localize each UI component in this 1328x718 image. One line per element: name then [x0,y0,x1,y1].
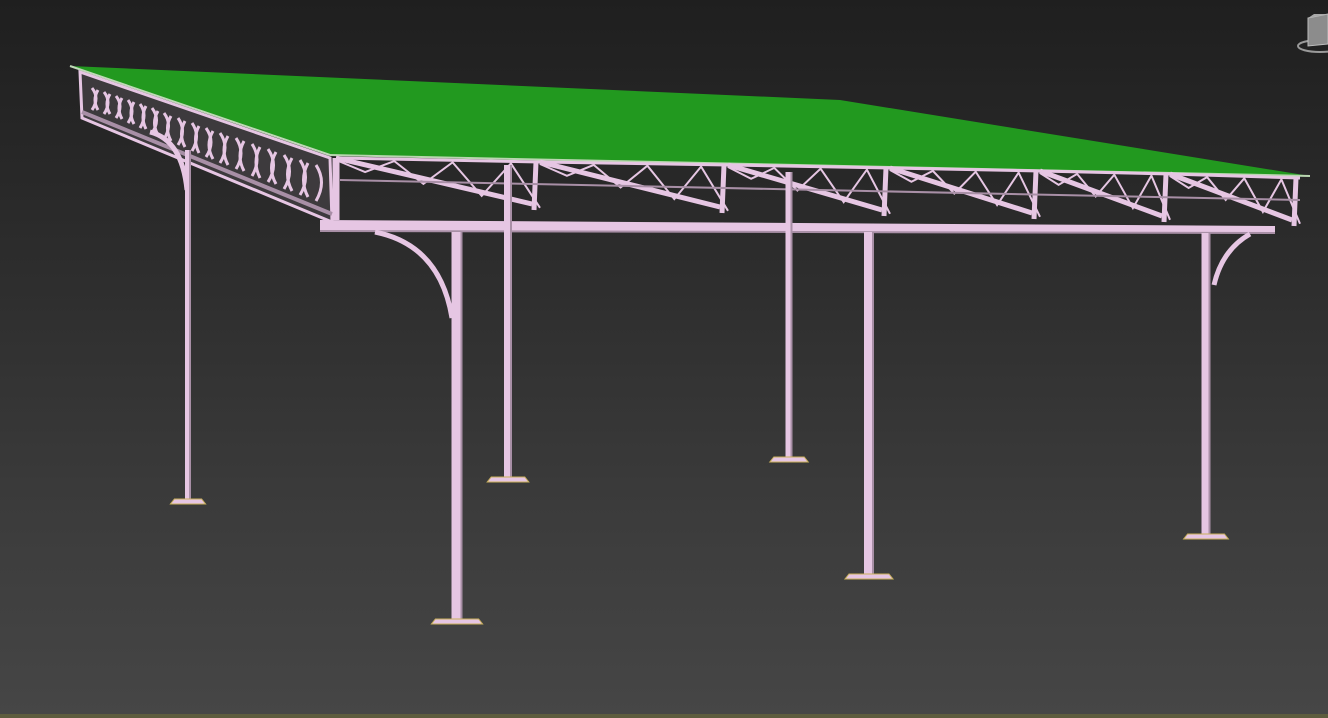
column-front-mid[interactable] [843,232,895,580]
base-plate [843,573,895,580]
base-plate [768,456,810,463]
column-shade [1208,233,1211,535]
column-shade [872,232,874,575]
column-shade [189,150,191,500]
knee-brace-front-right [1211,231,1252,286]
column-shade [510,165,512,478]
column-front-left[interactable] [430,232,484,625]
truss-back-chord [339,179,1301,201]
knee-brace-front-left [374,229,455,319]
truss-post [719,164,727,214]
base-plate [1182,533,1230,540]
column-back-left[interactable] [169,150,207,505]
truss-post [1291,177,1299,227]
base-plate [169,498,207,505]
viewcube[interactable] [1294,10,1328,56]
viewport-bottom-strip [0,714,1328,718]
base-plate [430,618,484,625]
3d-viewport[interactable] [0,0,1328,718]
carport-scene[interactable] [0,0,1328,718]
viewcube-icon[interactable] [1294,10,1328,56]
truss-rafter [889,165,1033,216]
base-plate [486,476,530,483]
column-shade [460,232,463,620]
column-back-mid-r[interactable] [768,172,810,463]
truss-rafter [727,162,883,213]
column-front-right[interactable] [1182,233,1230,540]
column-shade [790,172,793,458]
truss-rafter [1039,168,1163,219]
column-back-mid-l[interactable] [486,165,530,483]
